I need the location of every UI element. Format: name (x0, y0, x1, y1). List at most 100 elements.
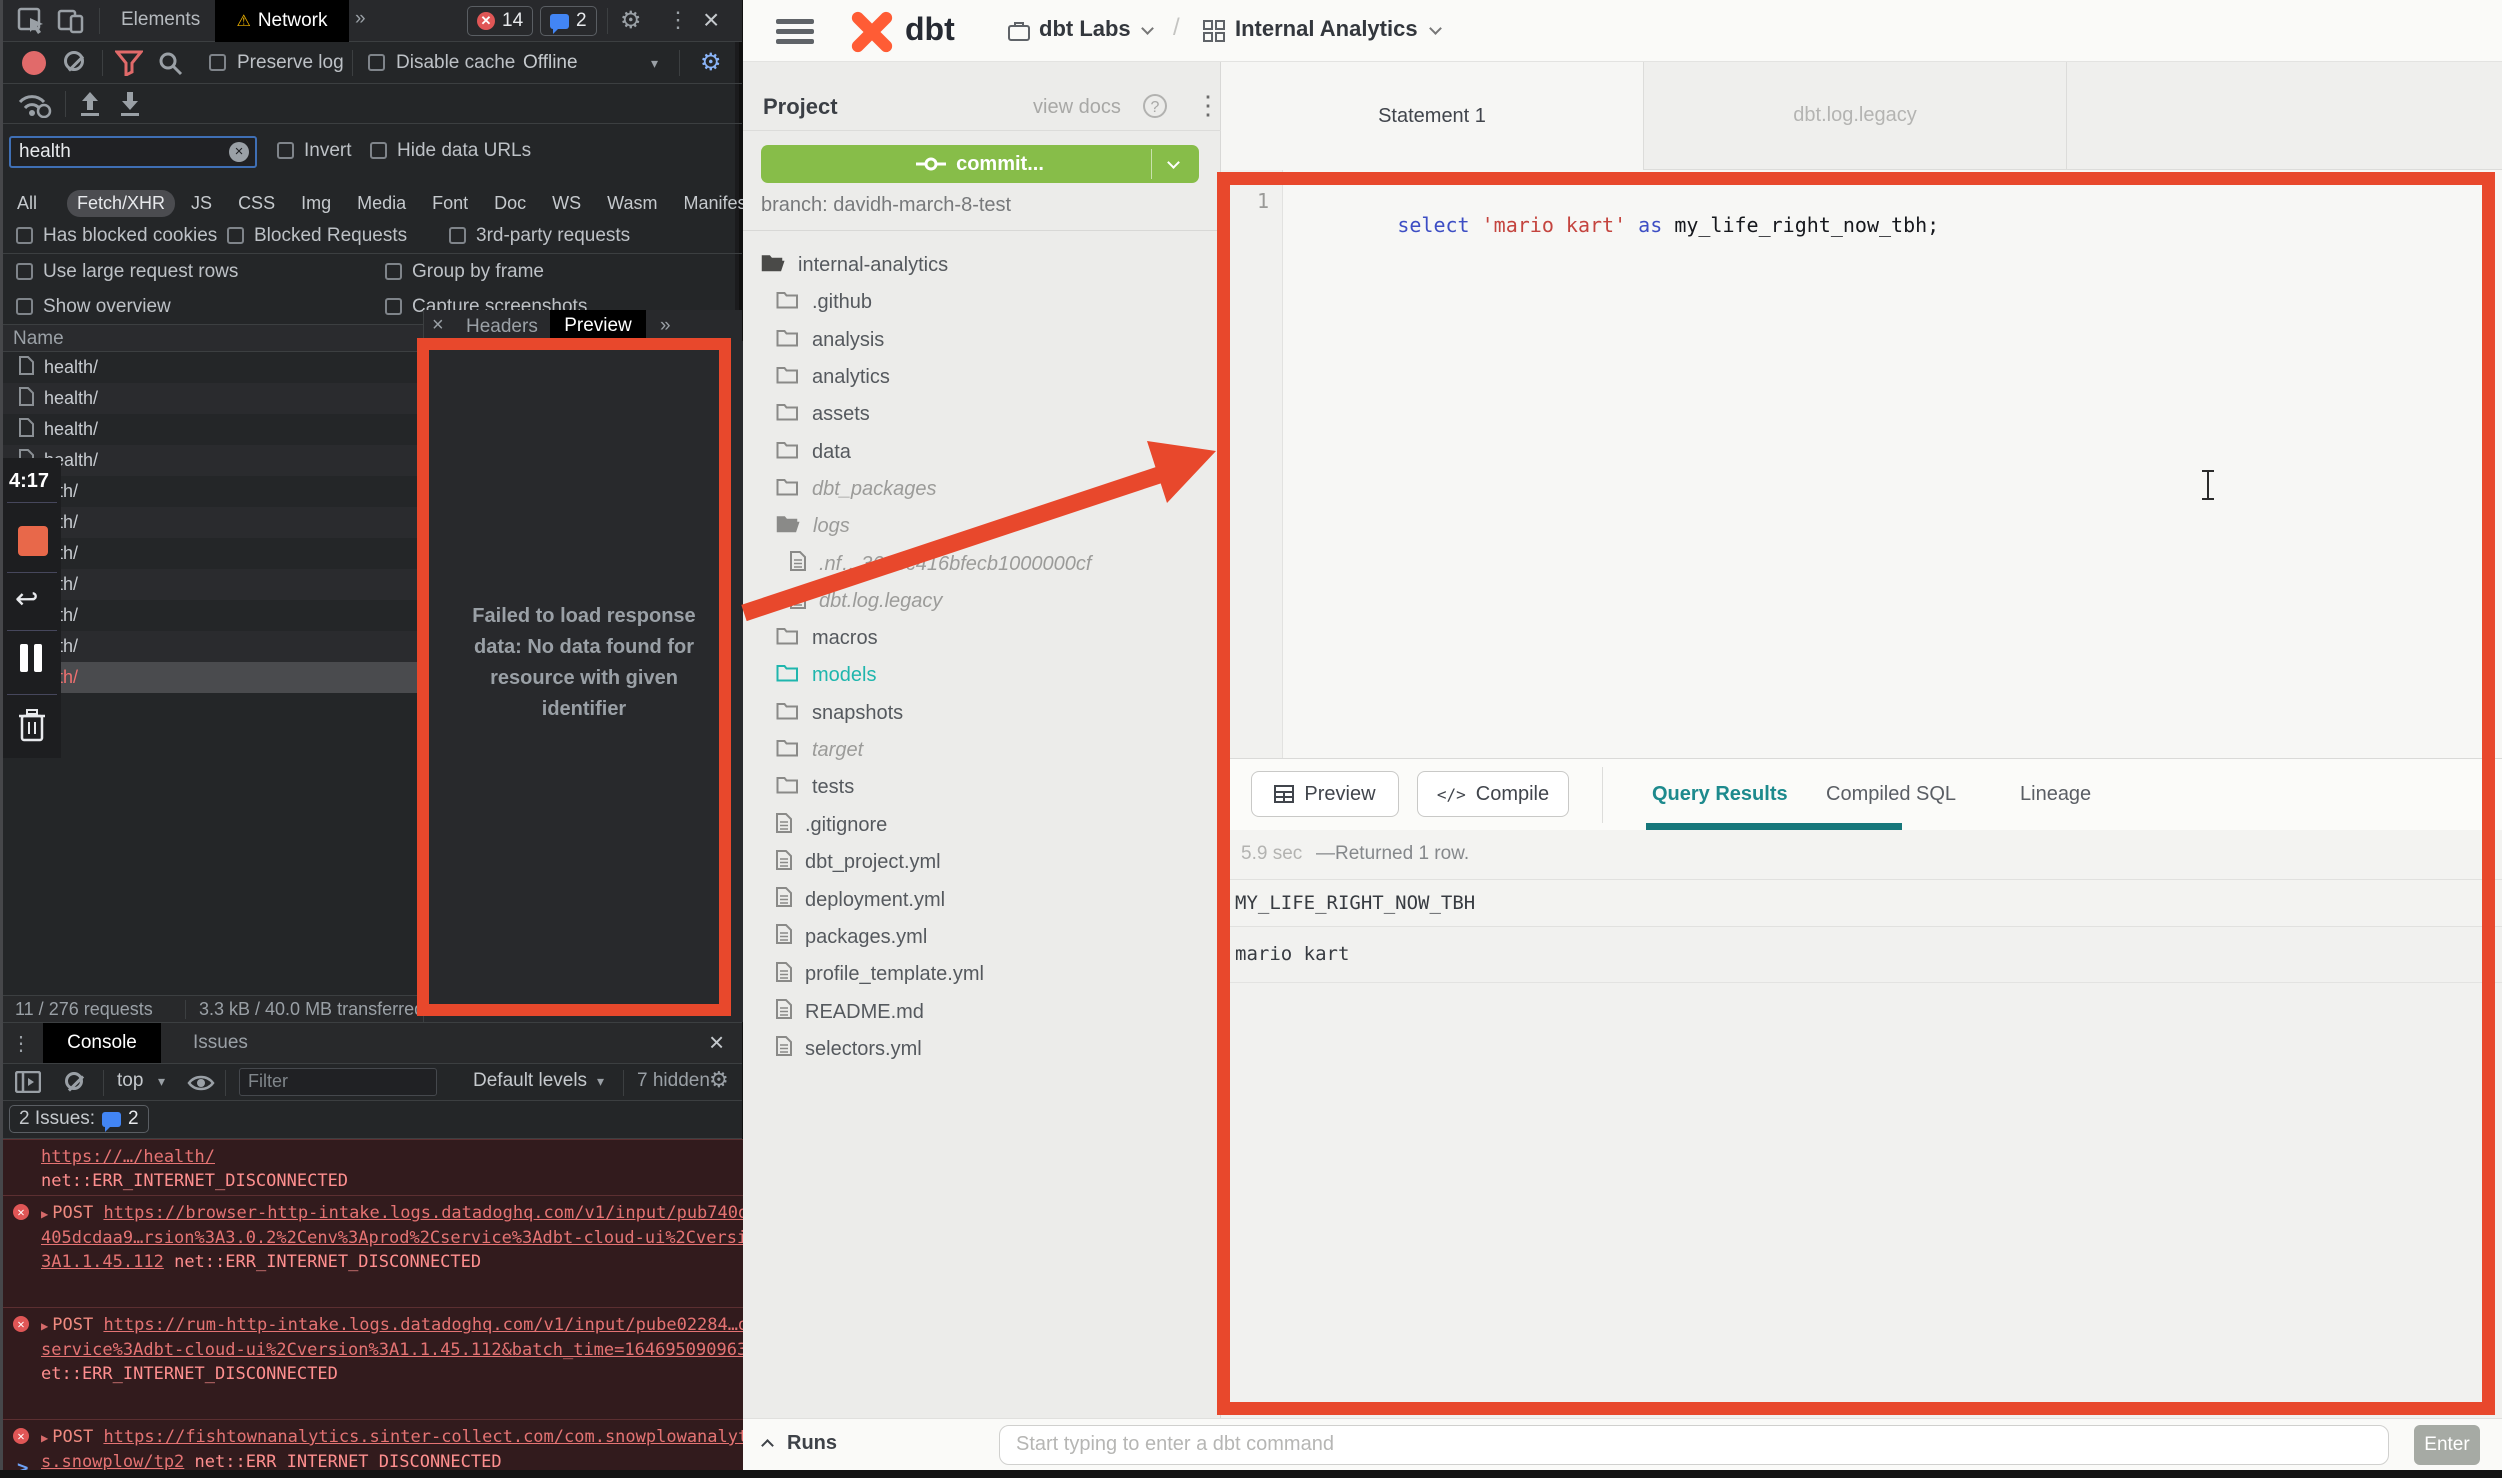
group-by-frame-checkbox[interactable] (385, 263, 402, 280)
tree-item-dbt-log-legacy[interactable]: dbt.log.legacy (790, 589, 942, 615)
filter-chip-font[interactable]: Font (422, 190, 478, 217)
compile-button[interactable]: </> Compile (1417, 771, 1569, 817)
capture-screenshots-checkbox[interactable] (385, 298, 402, 315)
runs-chevron-icon[interactable] (761, 1439, 774, 1452)
import-har-icon[interactable] (77, 90, 103, 124)
tree-item-target[interactable]: target (776, 738, 863, 763)
kebab-menu-icon[interactable]: ⋮ (667, 7, 689, 33)
request-row[interactable]: alth/ (3, 631, 439, 662)
tree-item-nf-3665c416bfecb1000000cf[interactable]: .nf…3665c416bfecb1000000cf (790, 551, 1091, 577)
expand-icon[interactable]: ▶ (41, 1431, 48, 1445)
hamburger-menu-icon[interactable] (776, 17, 814, 45)
filter-chip-img[interactable]: Img (291, 190, 341, 217)
help-icon[interactable]: ? (1143, 94, 1167, 118)
request-row[interactable]: alth/ (3, 569, 439, 600)
request-row[interactable]: alth/ (3, 538, 439, 569)
view-docs-link[interactable]: view docs (1033, 96, 1121, 119)
request-row[interactable]: health/ (3, 352, 439, 383)
export-har-icon[interactable] (117, 90, 143, 124)
tree-item-models[interactable]: models (776, 663, 876, 688)
filter-chip-wasm[interactable]: Wasm (597, 190, 667, 217)
error-url[interactable]: https://rum-http-intake.logs.datadoghq.c… (41, 1315, 779, 1360)
tab-lineage[interactable]: Lineage (2020, 783, 2091, 806)
tree-item-profile-template-yml[interactable]: profile_template.yml (776, 962, 984, 988)
clear-icon[interactable] (64, 51, 84, 71)
filter-input[interactable]: health (9, 136, 257, 168)
result-row[interactable]: mario kart (1221, 927, 2502, 983)
issue-count-badge[interactable]: 2 (540, 6, 597, 36)
request-row[interactable]: alth/ (3, 507, 439, 538)
more-detail-tabs-icon[interactable]: » (660, 315, 671, 337)
request-row[interactable]: alth/ (3, 476, 439, 507)
commit-button[interactable]: commit... (761, 145, 1199, 183)
show-overview-checkbox[interactable] (16, 298, 33, 315)
tab-issues[interactable]: Issues (193, 1032, 248, 1054)
console-kebab-icon[interactable]: ⋮ (11, 1031, 31, 1056)
tree-item-selectors-yml[interactable]: selectors.yml (776, 1036, 922, 1062)
expand-icon[interactable]: ▶ (41, 1319, 48, 1333)
large-rows-checkbox[interactable] (16, 263, 33, 280)
filter-chip-ws[interactable]: WS (542, 190, 591, 217)
name-column-header[interactable]: Name (3, 324, 423, 352)
network-conditions-gear-icon[interactable]: ⚙ (700, 48, 722, 77)
tree-item-analysis[interactable]: analysis (776, 328, 884, 353)
tree-item-packages-yml[interactable]: packages.yml (776, 924, 927, 950)
request-row[interactable]: health/ (3, 383, 439, 414)
preserve-log-checkbox[interactable] (209, 54, 226, 71)
tree-item-snapshots[interactable]: snapshots (776, 701, 903, 726)
record-icon[interactable] (22, 51, 46, 75)
runs-label[interactable]: Runs (787, 1432, 837, 1455)
tree-item-dbt-packages[interactable]: dbt_packages (776, 477, 937, 502)
hide-data-urls-checkbox[interactable] (370, 142, 387, 159)
eye-icon[interactable] (187, 1073, 215, 1099)
invert-checkbox[interactable] (277, 142, 294, 159)
tab-network[interactable]: ⚠ Network (215, 0, 349, 42)
console-filter-input[interactable]: Filter (239, 1068, 437, 1096)
clear-filter-icon[interactable]: × (229, 142, 249, 162)
has-blocked-cookies-checkbox[interactable] (16, 227, 33, 244)
filter-chip-js[interactable]: JS (181, 190, 222, 217)
search-icon[interactable] (157, 50, 183, 82)
request-row[interactable]: health/ (3, 445, 439, 476)
tree-item-assets[interactable]: assets (776, 402, 870, 427)
request-row[interactable]: health/ (3, 414, 439, 445)
project-switcher[interactable]: Internal Analytics (1235, 16, 1418, 42)
filter-chip-media[interactable]: Media (347, 190, 416, 217)
sql-editor[interactable]: 1 select 'mario kart' as my_life_right_n… (1221, 170, 2502, 758)
enter-button[interactable]: Enter (2414, 1425, 2480, 1465)
settings-gear-icon[interactable]: ⚙ (620, 6, 642, 35)
filter-chip-doc[interactable]: Doc (484, 190, 536, 217)
tree-item-tests[interactable]: tests (776, 775, 854, 800)
issues-counter[interactable]: 2 Issues: 2 (9, 1105, 149, 1133)
error-url[interactable]: https://…/health/ (41, 1147, 215, 1167)
blocked-requests-checkbox[interactable] (227, 227, 244, 244)
tree-item-macros[interactable]: macros (776, 626, 878, 651)
tree-item-logs[interactable]: logs (776, 514, 850, 539)
tab-log[interactable]: dbt.log.legacy (1644, 62, 2067, 169)
tab-elements[interactable]: Elements (121, 9, 200, 31)
filter-chip-fetch-xhr[interactable]: Fetch/XHR (67, 190, 175, 217)
tree-item-analytics[interactable]: analytics (776, 365, 890, 390)
close-console-icon[interactable]: × (709, 1027, 724, 1058)
log-levels-select[interactable]: Default levels (473, 1070, 587, 1092)
error-count-badge[interactable]: ✕ 14 (467, 6, 533, 36)
tree-item-deployment-yml[interactable]: deployment.yml (776, 887, 945, 913)
tab-headers[interactable]: Headers (466, 316, 538, 338)
close-detail-icon[interactable]: × (432, 314, 444, 337)
disable-cache-checkbox[interactable] (368, 54, 385, 71)
tab-statement[interactable]: Statement 1 (1221, 62, 1644, 170)
pause-record-icon[interactable] (20, 644, 46, 672)
tree-item-readme-md[interactable]: README.md (776, 999, 924, 1025)
request-row[interactable]: alth/ (3, 600, 439, 631)
sidebar-kebab-icon[interactable]: ⋮ (1195, 90, 1221, 121)
filter-chip-css[interactable]: CSS (228, 190, 285, 217)
device-toolbar-icon[interactable] (57, 7, 85, 41)
stop-record-button[interactable] (18, 526, 48, 556)
tree-item-data[interactable]: data (776, 440, 851, 465)
tree-item-gitignore[interactable]: .gitignore (776, 813, 887, 839)
expand-icon[interactable]: ▶ (41, 1207, 48, 1221)
account-switcher[interactable]: dbt Labs (1039, 16, 1131, 42)
more-tabs-icon[interactable]: » (355, 8, 366, 30)
filter-funnel-icon[interactable] (115, 50, 143, 82)
tree-item-internal-analytics[interactable]: internal-analytics (761, 253, 948, 278)
